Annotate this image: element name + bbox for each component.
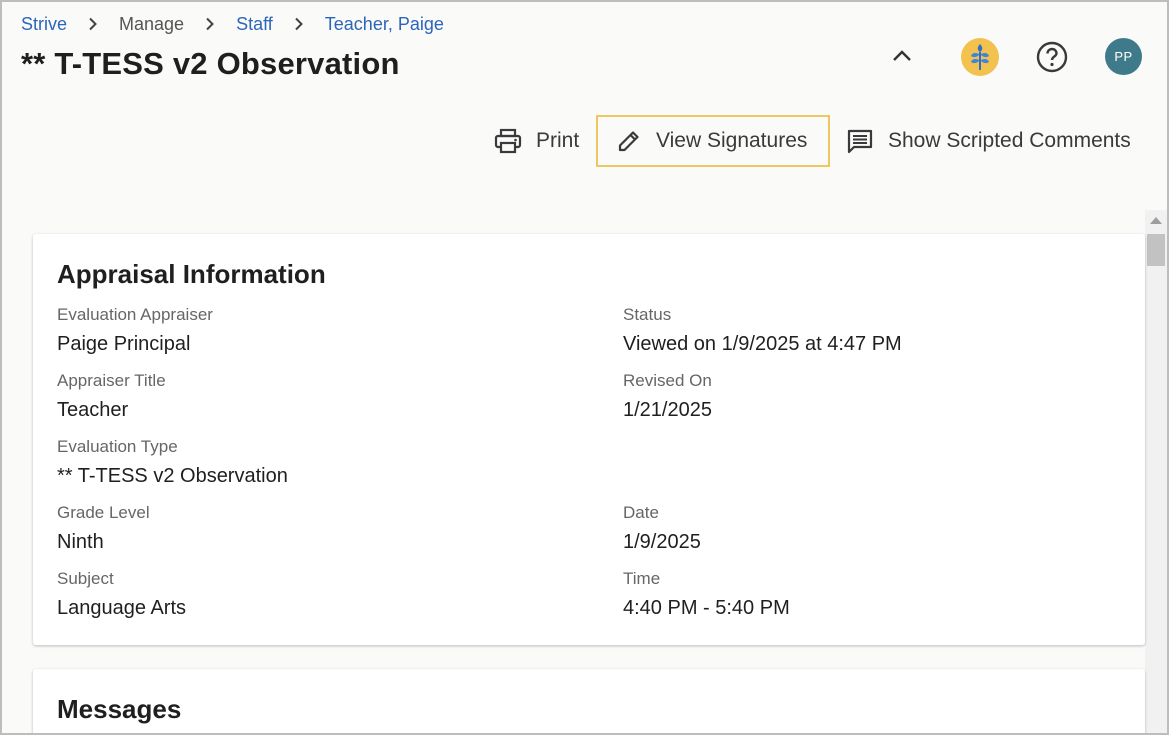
breadcrumb-teacher[interactable]: Teacher, Paige: [325, 14, 444, 35]
help-button[interactable]: [1033, 38, 1071, 76]
field-value: 1/9/2025: [623, 531, 701, 553]
breadcrumb-staff[interactable]: Staff: [236, 14, 273, 35]
messages-card: Messages: [33, 669, 1145, 735]
chevron-up-icon: [893, 50, 911, 61]
breadcrumb-manage: Manage: [119, 13, 185, 34]
field-value: 4:40 PM - 5:40 PM: [623, 597, 790, 619]
chevron-right-icon: [273, 17, 325, 31]
print-button[interactable]: Print: [494, 115, 579, 167]
field-value: Teacher: [57, 399, 129, 421]
field-label: Revised On: [623, 371, 712, 390]
scrollbar-thumb[interactable]: [1147, 234, 1165, 266]
field-label: Time: [623, 569, 661, 588]
help-circle-icon: [1036, 41, 1068, 73]
view-signatures-label: View Signatures: [656, 129, 808, 152]
field-label: Status: [623, 305, 672, 324]
field-label: Grade Level: [57, 503, 150, 522]
appraisal-information-card: Appraisal Information Evaluation Apprais…: [33, 234, 1145, 645]
appraiser-title-field: Appraiser Title Teacher: [57, 371, 166, 422]
breadcrumb: Strive Manage Staff Teacher, Paige: [21, 12, 444, 36]
field-label: Evaluation Appraiser: [57, 305, 213, 324]
field-label: Date: [623, 503, 659, 522]
avatar[interactable]: PP: [1105, 38, 1142, 75]
field-label: Appraiser Title: [57, 371, 166, 390]
show-scripted-comments-button[interactable]: Show Scripted Comments: [846, 115, 1131, 167]
field-value: Paige Principal: [57, 333, 191, 355]
evaluation-type-field: Evaluation Type ** T-TESS v2 Observation: [57, 437, 288, 488]
field-value: ** T-TESS v2 Observation: [57, 465, 288, 487]
field-label: Subject: [57, 569, 114, 588]
evaluation-appraiser-field: Evaluation Appraiser Paige Principal: [57, 305, 213, 356]
printer-icon: [494, 128, 522, 154]
field-value: Ninth: [57, 531, 104, 553]
chevron-right-icon: [67, 17, 119, 31]
app-logo-button[interactable]: [961, 38, 999, 76]
field-value: Viewed on 1/9/2025 at 4:47 PM: [623, 333, 902, 355]
field-value: Language Arts: [57, 597, 186, 619]
view-signatures-button[interactable]: View Signatures: [596, 115, 830, 167]
print-label: Print: [536, 129, 580, 152]
revised-on-field: Revised On 1/21/2025: [623, 371, 712, 422]
messages-title: Messages: [57, 694, 182, 724]
wheat-logo-icon: [971, 44, 989, 70]
status-field: Status Viewed on 1/9/2025 at 4:47 PM: [623, 305, 902, 356]
scrollbar[interactable]: [1145, 210, 1167, 733]
date-field: Date 1/9/2025: [623, 503, 701, 554]
pencil-icon: [618, 131, 639, 152]
comment-icon: [847, 129, 873, 154]
appraisal-information-title: Appraisal Information: [57, 259, 326, 289]
grade-level-field: Grade Level Ninth: [57, 503, 150, 554]
page-title: ** T-TESS v2 Observation: [21, 46, 400, 81]
subject-field: Subject Language Arts: [57, 569, 186, 620]
collapse-button[interactable]: [884, 40, 920, 72]
field-label: Evaluation Type: [57, 437, 178, 456]
breadcrumb-strive[interactable]: Strive: [21, 14, 67, 35]
field-value: 1/21/2025: [623, 399, 712, 421]
show-scripted-comments-label: Show Scripted Comments: [888, 129, 1131, 152]
scroll-up-arrow-icon[interactable]: [1150, 217, 1162, 224]
chevron-right-icon: [184, 17, 236, 31]
time-field: Time 4:40 PM - 5:40 PM: [623, 569, 790, 620]
